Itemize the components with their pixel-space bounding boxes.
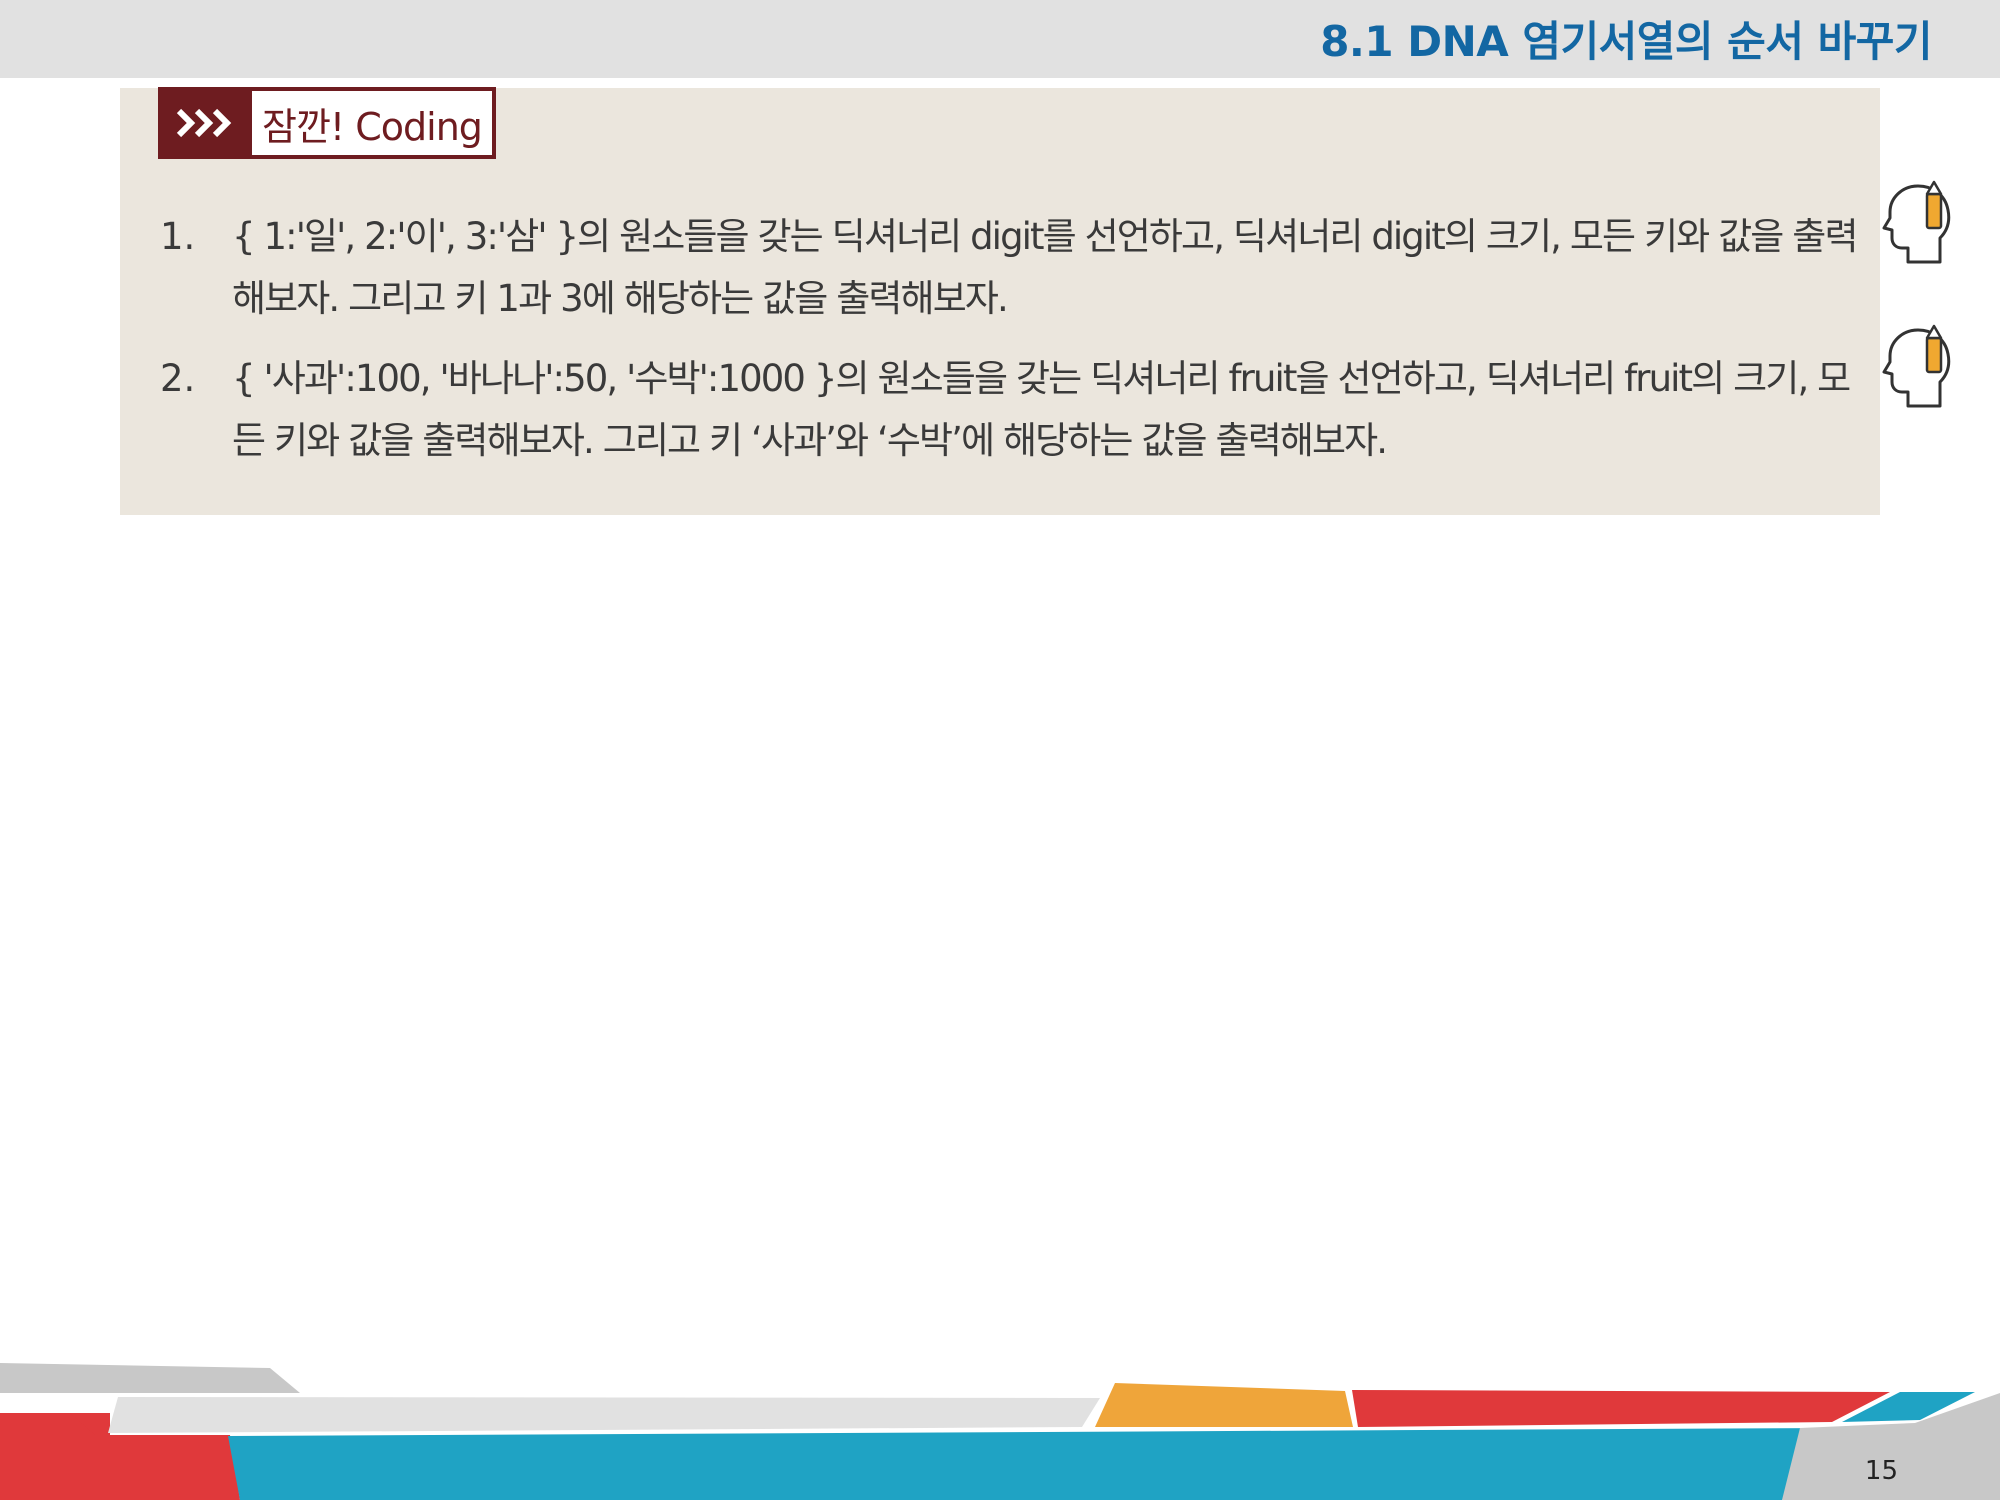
page-number: 15 — [1864, 1456, 1898, 1486]
footer-gray-shape — [0, 1363, 300, 1393]
footer-decoration — [0, 1363, 2000, 1500]
footer-light-gray-shape — [108, 1397, 1100, 1433]
footer-teal-band — [228, 1428, 1835, 1500]
footer-red-shape-right — [1352, 1390, 1890, 1427]
footer-orange-shape — [1095, 1383, 1353, 1427]
